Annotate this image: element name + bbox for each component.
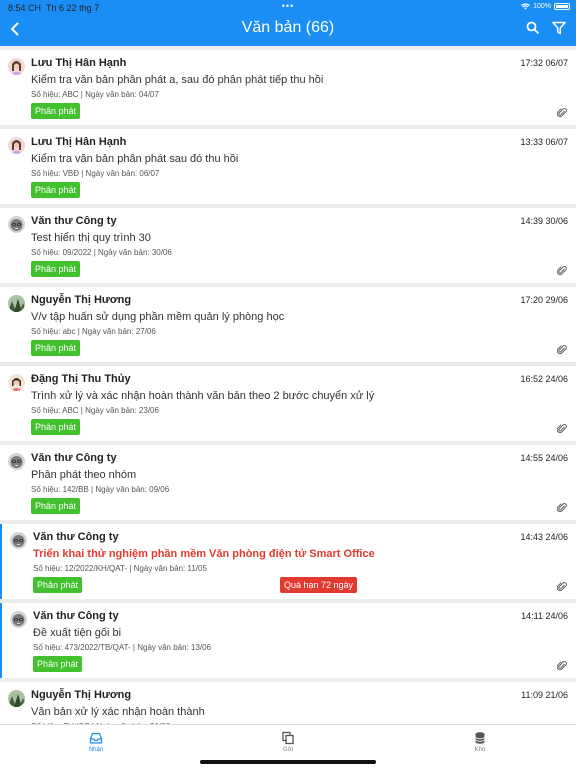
sender-name: Lưu Thị Hân Hạnh	[31, 136, 127, 148]
sender-name: Lưu Thị Hân Hạnh	[31, 57, 127, 69]
filter-icon	[552, 21, 566, 35]
item-meta: Số hiệu: abc | Ngày văn bản: 27/06	[31, 327, 156, 336]
avatar	[8, 690, 25, 707]
item-meta: Số hiệu: ABC | Ngày văn bản: 04/07	[31, 90, 159, 99]
multitask-dots[interactable]: •••	[282, 1, 294, 11]
paperclip-icon	[557, 266, 567, 276]
status-badge: Phân phát	[31, 498, 81, 514]
list-item[interactable]: Văn thư Công ty 14:11 24/06 Đề xuất tiện g…	[0, 603, 576, 678]
list-item[interactable]: Nguyễn Thị Hương 11:09 21/06 Văn bản xử lý…	[0, 682, 576, 724]
status-right: 100%	[521, 3, 570, 10]
battery-icon	[554, 3, 570, 10]
status-badge: Phân phát	[31, 182, 81, 198]
item-time: 13:33 06/07	[520, 137, 568, 147]
status-badge: Phân phát	[31, 419, 81, 435]
item-time: 16:52 24/06	[520, 374, 568, 384]
list-item[interactable]: Văn thư Công ty 14:55 24/06 Phân phát theo…	[0, 445, 576, 520]
tab-send[interactable]: Gửi	[258, 731, 318, 753]
status-bar: 8:54 CH Th 6 22 thg 7 ••• 100%	[0, 0, 576, 14]
avatar	[8, 137, 25, 154]
item-meta: Số hiệu: 142/BB | Ngày văn bản: 09/06	[31, 485, 170, 494]
status-badge: Phân phát	[31, 261, 81, 277]
list-item[interactable]: Đặng Thị Thu Thủy 16:52 24/06 Trình xử lý …	[0, 366, 576, 441]
filter-button[interactable]	[552, 21, 568, 37]
search-icon	[526, 21, 540, 35]
item-subject: Đề xuất tiện gối bi	[33, 627, 122, 639]
sender-name: Văn thư Công ty	[31, 215, 117, 227]
sender-name: Văn thư Công ty	[33, 531, 119, 543]
wifi-icon	[521, 3, 530, 10]
item-time: 11:09 21/06	[521, 690, 568, 700]
item-time: 14:39 30/06	[520, 216, 568, 226]
sender-name: Văn thư Công ty	[31, 452, 117, 464]
avatar	[8, 58, 25, 75]
tab-storage-label: Kho	[474, 747, 486, 753]
search-button[interactable]	[526, 21, 542, 37]
tab-receive[interactable]: Nhận	[66, 731, 126, 753]
avatar	[10, 611, 27, 628]
item-subject: Kiểm tra văn bản phân phát sau đó thu hồ…	[31, 153, 239, 165]
list-item[interactable]: Nguyễn Thị Hương 17:20 29/06 V/v tập huấn …	[0, 287, 576, 362]
tab-storage[interactable]: Kho	[450, 731, 510, 753]
paperclip-icon	[557, 503, 567, 513]
tab-send-label: Gửi	[282, 747, 294, 753]
overdue-badge: Quá hạn 72 ngày	[280, 577, 358, 593]
paperclip-icon	[557, 108, 567, 118]
item-meta: Số hiệu: 12/2022/KH/QAT- | Ngày văn bản:…	[33, 564, 207, 573]
status-badge: Phân phát	[33, 577, 83, 593]
list-item[interactable]: Văn thư Công ty 14:43 24/06 Triển khai thử…	[0, 524, 576, 599]
status-badge: Phân phát	[31, 103, 81, 119]
item-meta: Số hiệu: ABC | Ngày văn bản: 23/06	[31, 406, 159, 415]
item-time: 17:32 06/07	[520, 58, 568, 68]
item-time: 17:20 29/06	[520, 295, 568, 305]
item-subject: Triển khai thử nghiệm phần mềm Văn phòng…	[33, 548, 375, 560]
battery-percent: 100%	[533, 3, 551, 10]
status-badge: Phân phát	[31, 340, 81, 356]
item-time: 14:43 24/06	[520, 532, 568, 542]
item-subject: Trình xử lý và xác nhận hoàn thành văn b…	[31, 390, 375, 402]
page-title: Văn bản (66)	[241, 19, 335, 36]
item-subject: Kiểm tra văn bản phân phát a, sau đó phâ…	[31, 74, 324, 86]
app-header: 8:54 CH Th 6 22 thg 7 ••• 100% Văn bản (…	[0, 0, 576, 46]
avatar	[8, 295, 25, 312]
sender-name: Nguyễn Thị Hương	[31, 294, 132, 306]
copy-icon	[282, 731, 294, 745]
item-subject: Văn bản xử lý xác nhận hoàn thành	[31, 706, 205, 718]
sender-name: Nguyễn Thị Hương	[31, 689, 132, 701]
inbox-icon	[89, 732, 103, 744]
paperclip-icon	[557, 424, 567, 434]
item-time: 14:55 24/06	[520, 453, 568, 463]
list-item[interactable]: Lưu Thị Hân Hạnh 13:33 06/07 Kiểm tra văn …	[0, 129, 576, 204]
item-subject: V/v tập huấn sử dụng phần mềm quản lý ph…	[31, 311, 285, 323]
paperclip-icon	[557, 582, 567, 592]
database-icon	[475, 732, 485, 744]
paperclip-icon	[557, 345, 567, 355]
item-meta: Số hiệu: VBĐ | Ngày văn bản: 06/07	[31, 169, 160, 178]
status-badge: Phân phát	[33, 656, 83, 672]
item-subject: Test hiển thị quy trình 30	[31, 232, 151, 244]
paperclip-icon	[557, 661, 567, 671]
document-list[interactable]: Lưu Thị Hân Hạnh 17:32 06/07 Kiểm tra văn …	[0, 46, 576, 724]
list-item[interactable]: Văn thư Công ty 14:39 30/06 Test hiển thị …	[0, 208, 576, 283]
avatar	[8, 374, 25, 391]
item-subject: Phân phát theo nhóm	[31, 469, 137, 481]
item-time: 14:11 24/06	[521, 611, 568, 621]
sender-name: Đặng Thị Thu Thủy	[31, 373, 131, 385]
avatar	[8, 453, 25, 470]
home-indicator	[200, 760, 376, 764]
item-meta: Số hiệu: 473/2022/TB/QAT- | Ngày văn bản…	[33, 643, 212, 652]
list-item[interactable]: Lưu Thị Hân Hạnh 17:32 06/07 Kiểm tra văn …	[0, 50, 576, 125]
avatar	[10, 532, 27, 549]
avatar	[8, 216, 25, 233]
tab-receive-label: Nhận	[88, 747, 104, 753]
sender-name: Văn thư Công ty	[33, 610, 119, 622]
item-meta: Số hiệu: 09/2022 | Ngày văn bản: 30/06	[31, 248, 172, 257]
